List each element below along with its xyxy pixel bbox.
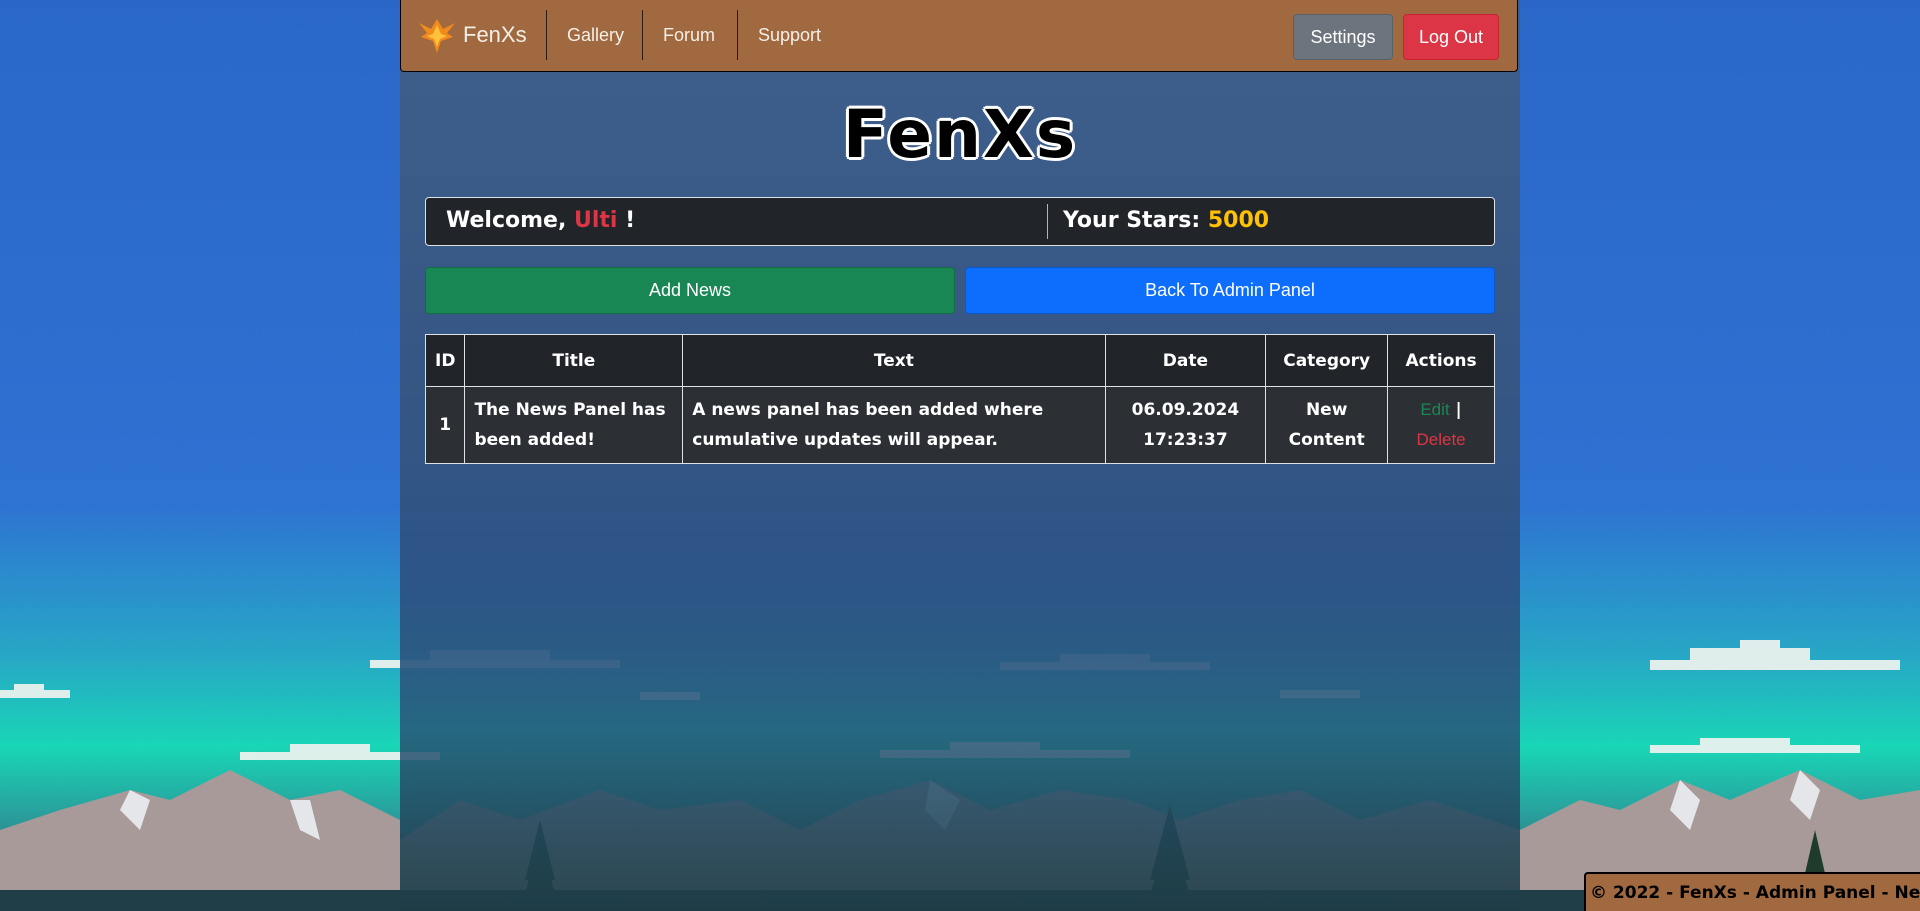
- cell-id: 1: [424, 386, 466, 464]
- stars-label: Your Stars:: [1063, 208, 1201, 233]
- news-table: ID Title Text Date Category Actions 1 Th…: [424, 334, 1495, 464]
- brand-name: FenXs: [463, 22, 527, 47]
- table-header-row: ID Title Text Date Category Actions: [424, 334, 1495, 387]
- edit-link[interactable]: Edit: [1420, 400, 1449, 419]
- welcome-divider: [1047, 204, 1048, 239]
- add-news-button[interactable]: Add News: [425, 267, 955, 314]
- column-header-date: Date: [1104, 334, 1267, 387]
- column-header-actions: Actions: [1387, 334, 1495, 387]
- column-header-text: Text: [682, 334, 1106, 387]
- welcome-suffix: !: [625, 208, 636, 233]
- column-header-category: Category: [1265, 334, 1389, 387]
- cell-text: A news panel has been added where cumula…: [682, 386, 1106, 464]
- username: Ulti: [573, 208, 618, 233]
- top-navbar: FenXs Gallery Forum Support Settings Log…: [400, 0, 1518, 72]
- logout-button[interactable]: Log Out: [1403, 14, 1499, 60]
- column-header-id: ID: [424, 334, 466, 387]
- action-separator: |: [1455, 400, 1462, 420]
- settings-button[interactable]: Settings: [1293, 14, 1393, 60]
- nav-link-support[interactable]: Support: [737, 10, 841, 60]
- column-header-title: Title: [464, 334, 684, 387]
- welcome-bar: Welcome, Ulti ! Your Stars: 5000: [425, 197, 1495, 246]
- delete-link[interactable]: Delete: [1416, 430, 1465, 449]
- stars-display: Your Stars: 5000: [1063, 208, 1269, 233]
- nav-link-gallery[interactable]: Gallery: [546, 10, 644, 60]
- site-title-logo: FenXs: [842, 96, 1078, 173]
- welcome-message: Welcome, Ulti !: [446, 208, 635, 233]
- welcome-prefix: Welcome,: [446, 208, 567, 233]
- stars-value: 5000: [1207, 208, 1270, 233]
- cell-actions: Edit | Delete: [1387, 386, 1495, 464]
- footer-copyright: © 2022 - FenXs - Admin Panel - News: [1584, 872, 1920, 911]
- cell-title: The News Panel has been added!: [464, 386, 684, 464]
- table-row: 1 The News Panel has been added! A news …: [424, 386, 1495, 464]
- back-to-admin-panel-button[interactable]: Back To Admin Panel: [965, 267, 1495, 314]
- cell-category: New Content: [1265, 386, 1389, 464]
- nav-link-forum[interactable]: Forum: [642, 10, 735, 60]
- cell-date: 06.09.2024 17:23:37: [1104, 386, 1267, 464]
- phoenix-logo-icon: [419, 19, 455, 53]
- brand-link[interactable]: FenXs: [417, 14, 527, 56]
